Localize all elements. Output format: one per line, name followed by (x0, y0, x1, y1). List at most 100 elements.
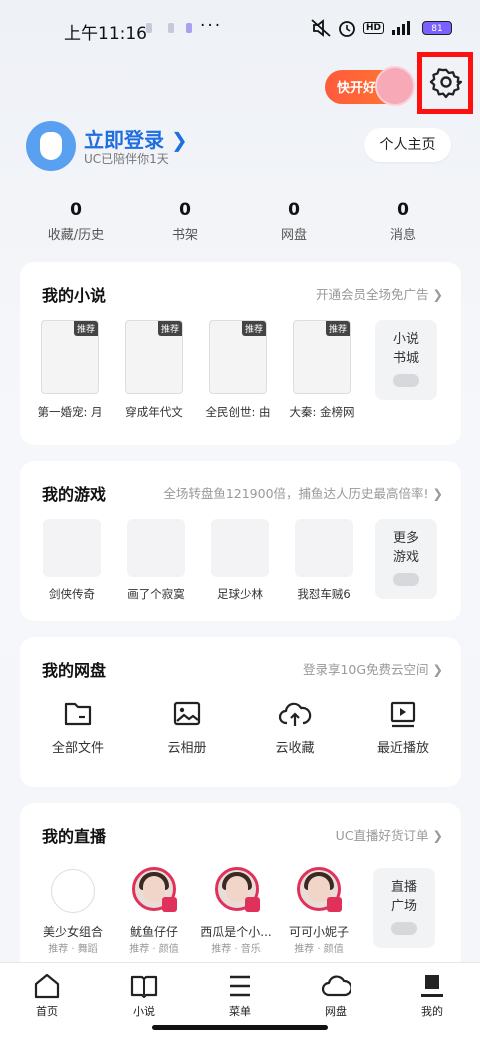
streamer-avatar[interactable] (297, 867, 342, 912)
book-title[interactable]: 大秦: 金榜网 (286, 404, 358, 420)
live-badge-icon (162, 897, 177, 912)
more-games-button[interactable]: 更多 游戏 (375, 519, 437, 599)
tab-home[interactable]: 首页 (17, 973, 77, 1019)
game-icon[interactable] (211, 519, 269, 577)
game-title[interactable]: 剑侠传奇 (34, 586, 110, 602)
promo-banner[interactable]: 快开好 (325, 66, 415, 106)
stat-netdisk[interactable]: 0 网盘 (249, 200, 339, 243)
folder-icon (64, 702, 92, 726)
game-title[interactable]: 我怼车贼6 (286, 586, 362, 602)
battery-icon: 81 (422, 21, 452, 35)
personal-homepage-button[interactable]: 个人主页 (364, 128, 451, 162)
streamer-avatar[interactable] (51, 869, 95, 913)
notification-icon (146, 23, 152, 33)
book-cover[interactable]: 推荐 (209, 320, 267, 394)
vip-ad-free-link[interactable]: 开通会员全场免广告 ❯ (316, 284, 443, 303)
tab-novel[interactable]: 小说 (114, 973, 174, 1019)
status-bar: 上午11:16 ··· HD 81 (0, 0, 480, 58)
book-cover[interactable]: 推荐 (293, 320, 351, 394)
alarm-icon (339, 21, 355, 37)
login-link[interactable]: 立即登录 ❯ (84, 124, 188, 153)
streamer-name[interactable]: 可可小妮子 (279, 923, 359, 940)
game-icon[interactable] (295, 519, 353, 577)
book-title[interactable]: 第一婚宠: 月 (34, 404, 106, 420)
notification-icon (168, 23, 174, 33)
card-title: 我的网盘 (42, 661, 107, 680)
streamer-avatar[interactable] (132, 867, 177, 912)
netdisk-card: 我的网盘 登录享10G免费云空间 ❯ 全部文件 云相册 云收藏 最近播放 (20, 637, 461, 787)
streamer-category: 推荐 · 舞蹈 (48, 944, 98, 955)
more-label: 游戏 (392, 550, 419, 565)
netdisk-login-link[interactable]: 登录享10G免费云空间 ❯ (303, 659, 443, 678)
more-label: 直播 (390, 880, 417, 895)
game-icon[interactable] (127, 519, 185, 577)
user-icon (421, 975, 443, 997)
recommend-tag: 推荐 (325, 321, 350, 336)
live-card: 我的直播 UC直播好货订单 ❯ 美少女组合 鱿鱼仔仔 西瓜是个小... 可可小妮… (20, 803, 461, 973)
recommend-tag: 推荐 (157, 321, 182, 336)
live-badge-icon (245, 897, 260, 912)
novel-store-button[interactable]: 小说 书城 (375, 320, 437, 400)
book-title[interactable]: 穿成年代文 (118, 404, 190, 420)
promo-label: 快开好 (337, 81, 377, 96)
notification-icon (186, 23, 192, 33)
live-badge-icon (327, 897, 342, 912)
netdisk-item-label: 全部文件 (51, 741, 104, 756)
cloud-icon (321, 975, 351, 997)
streamer-category: 推荐 · 音乐 (211, 944, 261, 955)
cloud-upload-icon (278, 702, 312, 726)
home-indicator (152, 1025, 328, 1030)
streamer-category: 推荐 · 颜值 (129, 944, 179, 955)
live-plaza-button[interactable]: 直播 广场 (373, 868, 435, 948)
novel-card: 我的小说 开通会员全场免广告 ❯ 推荐 推荐 推荐 推荐 第一婚宠: 月 穿成年… (20, 262, 461, 445)
arrow-pill-icon (391, 922, 417, 935)
recommend-tag: 推荐 (241, 321, 266, 336)
book-cover[interactable]: 推荐 (125, 320, 183, 394)
menu-icon (230, 975, 250, 997)
book-cover[interactable]: 推荐 (41, 320, 99, 394)
arrow-pill-icon (393, 573, 419, 586)
live-orders-link[interactable]: UC直播好货订单 ❯ (336, 825, 443, 844)
cloud-favorites-button[interactable]: 云收藏 (250, 699, 340, 756)
more-label: 广场 (390, 899, 417, 914)
game-title[interactable]: 画了个寂寞 (118, 586, 194, 602)
streamer-name[interactable]: 鱿鱼仔仔 (114, 923, 194, 940)
arrow-pill-icon (393, 374, 419, 387)
book-icon (130, 975, 158, 999)
stat-value: 0 (179, 200, 191, 220)
tab-menu[interactable]: 菜单 (210, 973, 270, 1019)
tab-mine[interactable]: 我的 (402, 973, 462, 1019)
fishing-promo-link[interactable]: 全场转盘鱼121900倍，捕鱼达人历史最高倍率! ❯ (163, 483, 443, 502)
more-notifications-icon: ··· (200, 16, 223, 36)
settings-button[interactable] (429, 65, 463, 99)
companion-days-text: UC已陪伴你1天 (84, 152, 169, 166)
game-icon[interactable] (43, 519, 101, 577)
streamer-name[interactable]: 西瓜是个小... (196, 923, 276, 940)
card-title: 我的游戏 (42, 485, 107, 504)
stat-favorites-history[interactable]: 0 收藏/历史 (31, 200, 121, 243)
image-icon (173, 701, 201, 726)
netdisk-item-label: 云相册 (167, 741, 207, 756)
game-title[interactable]: 足球少林 (202, 586, 278, 602)
tab-label: 首页 (36, 1005, 58, 1018)
stat-label: 书架 (171, 228, 198, 243)
gear-icon (429, 68, 463, 99)
streamer-avatar[interactable] (215, 867, 260, 912)
streamer-name[interactable]: 美少女组合 (33, 923, 113, 940)
cloud-album-button[interactable]: 云相册 (142, 699, 232, 756)
pig-mascot-icon (375, 66, 415, 106)
recommend-tag: 推荐 (73, 321, 98, 336)
stat-messages[interactable]: 0 消息 (358, 200, 448, 243)
tab-netdisk[interactable]: 网盘 (306, 973, 366, 1019)
netdisk-item-label: 最近播放 (376, 741, 429, 756)
stat-bookshelf[interactable]: 0 书架 (140, 200, 230, 243)
stat-label: 收藏/历史 (47, 228, 105, 243)
book-title[interactable]: 全民创世: 由 (202, 404, 274, 420)
status-time: 上午11:16 (64, 24, 147, 44)
recent-play-button[interactable]: 最近播放 (358, 699, 448, 756)
avatar[interactable] (26, 121, 76, 171)
video-play-icon (390, 701, 416, 728)
more-label: 小说 (392, 332, 419, 347)
stat-value: 0 (70, 200, 82, 220)
all-files-button[interactable]: 全部文件 (33, 699, 123, 756)
